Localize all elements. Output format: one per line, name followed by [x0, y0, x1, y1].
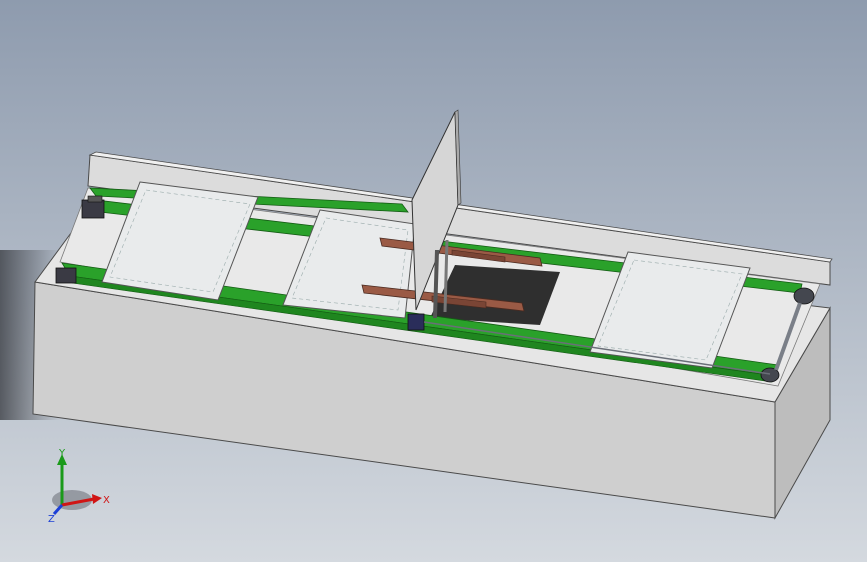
gate-rail: [433, 249, 439, 319]
conveyor-model-view[interactable]: Y X Z: [0, 0, 867, 562]
x-axis-label: X: [103, 495, 110, 506]
gate-rail: [443, 239, 449, 313]
cad-viewport[interactable]: Y X Z: [0, 0, 867, 562]
z-axis-label: Z: [48, 514, 55, 525]
y-axis-label: Y: [58, 448, 66, 459]
motor-unit[interactable]: [407, 313, 425, 331]
roller-wheel[interactable]: [793, 287, 815, 305]
motor-unit[interactable]: [55, 267, 77, 284]
